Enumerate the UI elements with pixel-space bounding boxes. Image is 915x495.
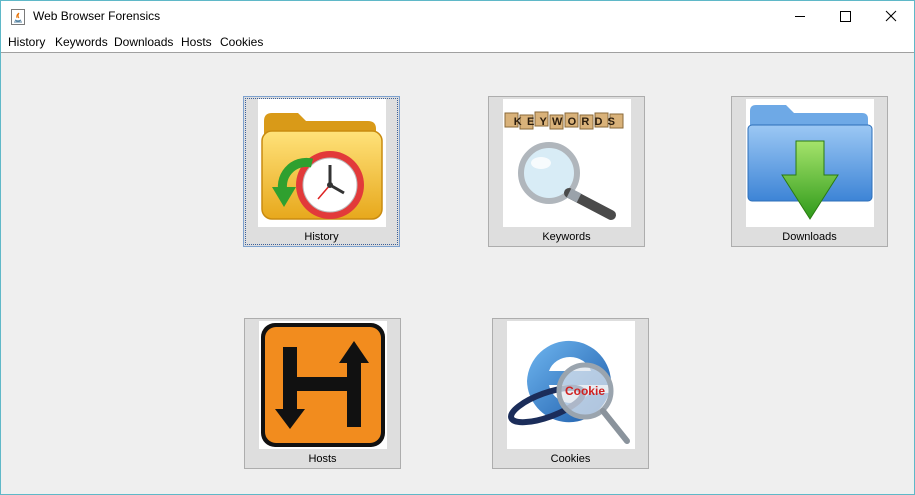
- maximize-button[interactable]: [823, 1, 869, 32]
- close-icon: [885, 10, 897, 22]
- close-button[interactable]: [868, 1, 914, 32]
- hosts-label: Hosts: [308, 453, 337, 465]
- keywords-image-text: KEYWORDS: [514, 116, 620, 128]
- keywords-label: Keywords: [542, 231, 591, 243]
- cookies-button[interactable]: Cookie Cookies: [492, 318, 649, 469]
- hosts-h-arrows-icon: [259, 321, 387, 449]
- app-window: Web Browser Forensics History Keywords D…: [0, 0, 915, 495]
- menu-history[interactable]: History: [8, 35, 45, 49]
- downloads-button[interactable]: Downloads: [731, 96, 888, 247]
- keywords-magnifier-icon: KEYWORDS: [503, 99, 631, 227]
- menu-keywords[interactable]: Keywords: [55, 35, 108, 49]
- history-label: History: [304, 231, 339, 243]
- cookies-ie-magnifier-icon: Cookie: [507, 321, 635, 449]
- main-panel: History KEYWORDS Keywords Downloads Host…: [1, 53, 914, 494]
- downloads-folder-icon: [746, 99, 874, 227]
- downloads-label: Downloads: [782, 231, 837, 243]
- cookies-label: Cookies: [550, 453, 591, 465]
- hosts-button[interactable]: Hosts: [244, 318, 401, 469]
- window-title: Web Browser Forensics: [33, 9, 161, 23]
- minimize-button[interactable]: [777, 1, 823, 32]
- minimize-icon: [795, 16, 805, 17]
- menu-downloads[interactable]: Downloads: [114, 35, 173, 49]
- menu-hosts[interactable]: Hosts: [181, 35, 212, 49]
- title-bar: Web Browser Forensics: [1, 1, 914, 32]
- java-app-icon: [11, 9, 25, 25]
- maximize-icon: [840, 11, 851, 22]
- keywords-button[interactable]: KEYWORDS Keywords: [488, 96, 645, 247]
- history-button[interactable]: History: [243, 96, 400, 247]
- menu-bar: History Keywords Downloads Hosts Cookies: [1, 32, 914, 53]
- cookies-image-text: Cookie: [565, 384, 605, 398]
- menu-cookies[interactable]: Cookies: [220, 35, 263, 49]
- history-folder-clock-icon: [258, 99, 386, 227]
